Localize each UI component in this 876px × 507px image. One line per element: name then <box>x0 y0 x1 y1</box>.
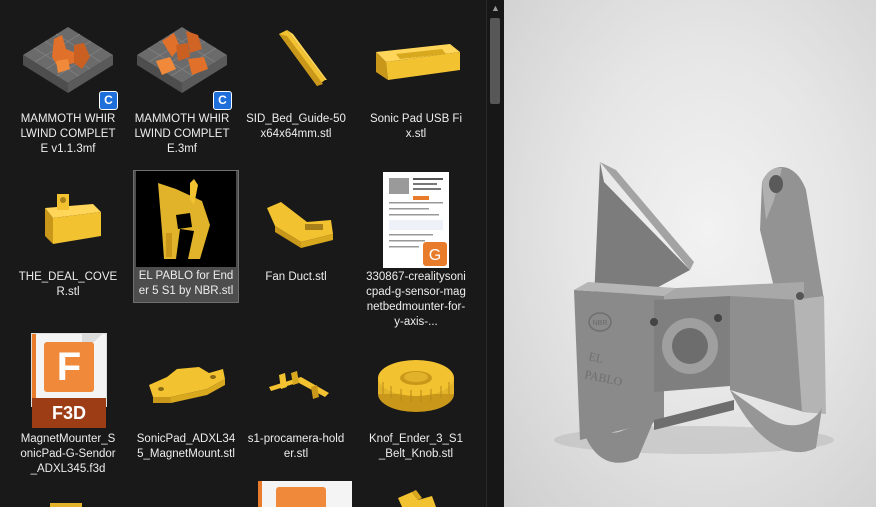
file-tile[interactable]: F F3D MagnetMounter_SonicPad-G-Sendor_AD… <box>16 334 120 480</box>
scroll-thumb[interactable] <box>490 18 500 104</box>
3mf-model-thumbnail: C <box>130 14 234 110</box>
fusion-letter: F <box>44 342 94 392</box>
stl-model-thumbnail <box>364 14 468 110</box>
vertical-scrollbar[interactable]: ▲ <box>486 0 504 507</box>
file-grid: C MAMMOTH WHIRLWIND COMPLETE v1.1.3mf C <box>0 0 486 507</box>
file-tile[interactable]: C MAMMOTH WHIRLWIND COMPLETE.3mf <box>130 14 234 160</box>
file-name: Knof_Ender_3_S1_Belt_Knob.stl <box>369 433 463 460</box>
file-name: MagnetMounter_SonicPad-G-Sendor_ADXL345.… <box>20 433 116 475</box>
file-name: MAMMOTH WHIRLWIND COMPLETE.3mf <box>134 113 230 155</box>
stl-model-thumbnail <box>16 172 120 268</box>
file-name: SID_Bed_Guide-50x64x64mm.stl <box>246 113 346 140</box>
file-tile[interactable]: SonicPad_ADXL345_MagnetMount.stl <box>134 334 238 465</box>
file-tile[interactable]: Sonic Pad USB Fix.stl <box>364 14 468 145</box>
file-tile[interactable]: s1-procamera-holder.stl <box>244 334 348 465</box>
file-name: 330867-crealitysonicpad-g-sensor-magnetb… <box>366 271 466 328</box>
scroll-up-arrow-icon[interactable]: ▲ <box>487 0 504 16</box>
partial-thumbnail <box>50 503 82 507</box>
stl-model-thumbnail <box>244 14 348 110</box>
creality-badge-icon: C <box>99 91 118 110</box>
file-name: s1-procamera-holder.stl <box>247 433 345 460</box>
partial-fusion-icon <box>258 481 352 507</box>
file-tile[interactable]: Knof_Ender_3_S1_Belt_Knob.stl <box>364 334 468 465</box>
stl-model-thumbnail <box>364 334 468 430</box>
image-thumbnail <box>134 171 238 267</box>
file-tile-selected[interactable]: EL PABLO for Ender 5 S1 by NBR.stl <box>133 170 239 303</box>
file-name: EL PABLO for Ender 5 S1 by NBR.stl <box>138 270 234 297</box>
file-name: MAMMOTH WHIRLWIND COMPLETE v1.1.3mf <box>20 113 116 155</box>
file-name: Fan Duct.stl <box>265 271 327 283</box>
preview-pane: NBR EL PABLO <box>504 0 876 507</box>
creality-badge-icon: C <box>213 91 232 110</box>
file-name: THE_DEAL_COVER.stl <box>18 271 118 298</box>
stl-model-thumbnail <box>244 172 348 268</box>
file-tile[interactable]: SID_Bed_Guide-50x64x64mm.stl <box>244 14 348 145</box>
file-tile[interactable]: THE_DEAL_COVER.stl <box>16 172 120 303</box>
file-name: SonicPad_ADXL345_MagnetMount.stl <box>136 433 236 460</box>
stl-model-thumbnail <box>134 334 238 430</box>
svg-text:G: G <box>429 247 441 264</box>
stl-model-thumbnail <box>244 334 348 430</box>
3mf-model-thumbnail: C <box>16 14 120 110</box>
model-preview-image: NBR EL PABLO <box>554 162 834 463</box>
pdf-document-thumbnail: G <box>364 172 468 268</box>
model-logo-text: NBR <box>593 320 608 327</box>
file-tile[interactable]: Fan Duct.stl <box>244 172 348 288</box>
file-tile[interactable]: G 330867-crealitysonicpad-g-sensor-magne… <box>364 172 468 333</box>
fusion-360-icon: F F3D <box>16 334 120 430</box>
file-tile[interactable]: C MAMMOTH WHIRLWIND COMPLETE v1.1.3mf <box>16 14 120 160</box>
fusion-file-label: F3D <box>32 398 106 428</box>
file-name: Sonic Pad USB Fix.stl <box>369 113 463 140</box>
model-label-el: EL <box>587 349 604 366</box>
partial-thumbnail <box>398 490 436 507</box>
